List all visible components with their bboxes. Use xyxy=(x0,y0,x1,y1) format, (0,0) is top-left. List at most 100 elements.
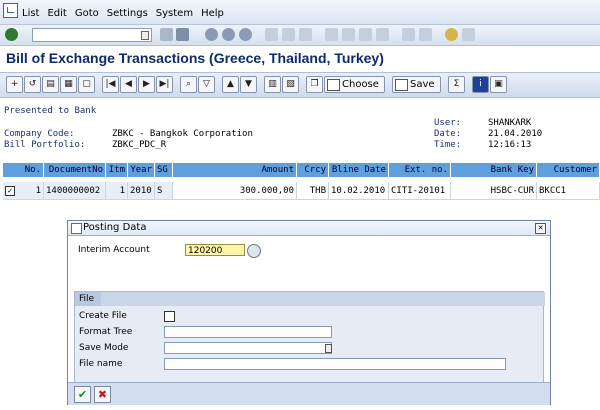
cell-item: 1 xyxy=(106,182,128,200)
col-header-no[interactable]: No. xyxy=(3,163,44,177)
col-header-customer[interactable]: Customer xyxy=(537,163,600,177)
select-all-icon[interactable]: ▦ xyxy=(60,76,77,93)
col-header-amount[interactable]: Amount xyxy=(173,163,297,177)
copy-icon[interactable]: ❐ xyxy=(306,76,323,93)
col-header-item[interactable]: Itm xyxy=(106,163,128,177)
menu-item-list[interactable]: List xyxy=(22,8,39,19)
row-checkbox[interactable]: ✓ xyxy=(5,186,15,196)
back-nav-icon[interactable] xyxy=(160,28,173,41)
value-help-icon[interactable] xyxy=(247,244,261,258)
last-icon[interactable]: ▶| xyxy=(156,76,173,93)
find-icon[interactable]: ⌕ xyxy=(180,76,197,93)
save-icon[interactable] xyxy=(176,28,189,41)
posting-data-dialog: Posting Data ✕ Interim Account 120200 Fi… xyxy=(67,220,551,405)
command-field[interactable] xyxy=(32,28,152,42)
save-button[interactable]: Save xyxy=(392,76,441,93)
dialog-footer: ✔ ✖ xyxy=(68,382,550,405)
save-mode-select[interactable] xyxy=(164,342,332,354)
company-code-label: Company Code: xyxy=(4,129,75,139)
file-name-input[interactable] xyxy=(164,358,506,370)
shortcut-icon[interactable] xyxy=(419,28,432,41)
last-page-icon[interactable] xyxy=(376,28,389,41)
create-file-checkbox[interactable] xyxy=(164,311,175,322)
save-label: Save xyxy=(410,79,435,90)
command-dropdown-icon[interactable] xyxy=(141,31,149,40)
cancel-icon[interactable] xyxy=(239,28,252,41)
export-icon[interactable]: ▧ xyxy=(282,76,299,93)
choose-icon xyxy=(327,79,340,91)
sort-ascending-icon[interactable]: ▲ xyxy=(222,76,239,93)
interim-account-input[interactable]: 120200 xyxy=(185,244,245,256)
cell-document-no[interactable]: 1400000002 xyxy=(44,182,106,200)
next-icon[interactable]: ▶ xyxy=(138,76,155,93)
confirm-button[interactable]: ✔ xyxy=(74,386,91,403)
info-icon[interactable]: i xyxy=(472,76,489,93)
menu-item-settings[interactable]: Settings xyxy=(107,8,148,19)
file-group-header: File xyxy=(75,292,545,306)
page-title: Bill of Exchange Transactions (Greece, T… xyxy=(6,50,384,66)
previous-page-icon[interactable] xyxy=(342,28,355,41)
cell-no: ✓ 1 xyxy=(3,182,44,200)
details-icon[interactable]: + xyxy=(6,76,23,93)
col-header-year[interactable]: Year xyxy=(128,163,155,177)
layout-icon[interactable]: ▥ xyxy=(264,76,281,93)
first-page-icon[interactable] xyxy=(325,28,338,41)
date-label: Date: xyxy=(434,129,462,139)
file-name-label: File name xyxy=(79,359,123,369)
refresh-icon[interactable]: ↺ xyxy=(24,76,41,93)
user-value: SHANKARK xyxy=(488,118,532,128)
back-icon[interactable] xyxy=(205,28,218,41)
find-next-icon[interactable] xyxy=(299,28,312,41)
col-header-document-no[interactable]: DocumentNo xyxy=(44,163,106,177)
sort-descending-icon[interactable]: ▼ xyxy=(240,76,257,93)
menu-item-system[interactable]: System xyxy=(156,8,193,19)
new-session-icon[interactable] xyxy=(402,28,415,41)
col-header-currency[interactable]: Crcy xyxy=(297,163,329,177)
menu-item-goto[interactable]: Goto xyxy=(75,8,99,19)
open-document-icon[interactable]: ▤ xyxy=(42,76,59,93)
filter-icon[interactable]: ▽ xyxy=(198,76,215,93)
sap-menu-icon[interactable] xyxy=(3,3,18,18)
print-preview-icon[interactable]: ▣ xyxy=(490,76,507,93)
next-page-icon[interactable] xyxy=(359,28,372,41)
menu-item-edit[interactable]: Edit xyxy=(47,8,66,19)
print-icon[interactable] xyxy=(265,28,278,41)
dialog-body: Interim Account 120200 File Create File … xyxy=(68,236,550,383)
col-header-sg[interactable]: SG xyxy=(155,163,173,177)
time-value: 12:16:13 xyxy=(488,140,532,150)
create-file-label: Create File xyxy=(79,311,127,321)
cell-bank-key: HSBC-CUR xyxy=(451,182,537,200)
col-header-bline-date[interactable]: Bline Date xyxy=(329,163,389,177)
application-toolbar: + ↺ ▤ ▦ ▢ |◀ ◀ ▶ ▶| ⌕ ▽ ▲ ▼ ▥ ▧ ❐ Choose… xyxy=(0,72,600,98)
format-tree-label: Format Tree xyxy=(79,327,133,337)
find-icon[interactable] xyxy=(282,28,295,41)
layout-menu-icon[interactable] xyxy=(462,28,475,41)
deselect-all-icon[interactable]: ▢ xyxy=(78,76,95,93)
first-icon[interactable]: |◀ xyxy=(102,76,119,93)
section-title: Presented to Bank xyxy=(4,106,97,116)
menu-item-help[interactable]: Help xyxy=(201,8,224,19)
save-mode-label: Save Mode xyxy=(79,343,129,353)
close-icon[interactable]: ✕ xyxy=(535,223,546,234)
file-group-title: File xyxy=(75,292,101,306)
cancel-button[interactable]: ✖ xyxy=(94,386,111,403)
enter-icon[interactable] xyxy=(5,28,18,41)
cell-customer: BKCC1 xyxy=(537,182,600,200)
check-icon: ✔ xyxy=(77,388,88,401)
previous-icon[interactable]: ◀ xyxy=(120,76,137,93)
exit-icon[interactable] xyxy=(222,28,235,41)
save-list-icon xyxy=(395,79,408,91)
format-tree-input[interactable] xyxy=(164,326,332,338)
col-header-ext-no[interactable]: Ext. no. xyxy=(389,163,451,177)
choose-label: Choose xyxy=(342,79,379,90)
time-label: Time: xyxy=(434,140,462,150)
cell-amount: 300.000,00 xyxy=(173,182,297,200)
col-header-bank-key[interactable]: Bank Key xyxy=(451,163,537,177)
choose-button[interactable]: Choose xyxy=(324,76,385,93)
help-icon[interactable] xyxy=(445,28,458,41)
sum-icon[interactable]: Σ xyxy=(448,76,465,93)
portfolio-label: Bill Portfolio: xyxy=(4,140,86,150)
save-mode-dropdown-icon[interactable] xyxy=(325,344,332,353)
cell-sg: S xyxy=(155,182,173,200)
date-value: 21.04.2010 xyxy=(488,129,543,139)
